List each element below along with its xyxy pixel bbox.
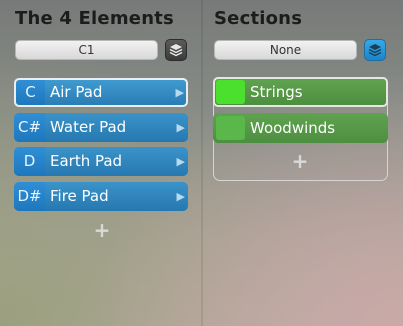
pad-item-air[interactable]: C Air Pad ▶ xyxy=(14,78,188,107)
note-label: C xyxy=(16,80,45,105)
stack-layers-icon xyxy=(169,44,183,57)
pad-label: Water Pad xyxy=(50,118,127,136)
add-pad-button[interactable]: + xyxy=(90,218,114,242)
pad-item-earth[interactable]: D Earth Pad ▶ xyxy=(14,147,188,176)
pad-item-fire[interactable]: D# Fire Pad ▶ xyxy=(14,182,188,211)
note-label: D xyxy=(14,147,45,176)
pad-list: C Air Pad ▶ C# Water Pad ▶ D Earth Pad ▶… xyxy=(14,78,190,242)
layers-button[interactable] xyxy=(165,39,187,61)
pad-item-water[interactable]: C# Water Pad ▶ xyxy=(14,113,188,142)
chevron-right-icon: ▶ xyxy=(176,121,185,134)
section-item-woodwinds[interactable]: Woodwinds xyxy=(213,113,388,143)
panel-title: The 4 Elements xyxy=(15,8,174,29)
section-label: Strings xyxy=(250,83,303,101)
section-color-swatch[interactable] xyxy=(216,80,245,104)
chevron-right-icon: ▶ xyxy=(176,155,185,168)
panel-title: Sections xyxy=(214,8,303,29)
section-color-swatch[interactable] xyxy=(216,116,245,140)
chevron-right-icon: ▶ xyxy=(175,86,184,99)
add-section-button[interactable]: + xyxy=(288,149,312,173)
section-item-strings[interactable]: Strings xyxy=(213,77,388,107)
root-note-selector[interactable]: C1 xyxy=(15,40,158,60)
pad-label: Air Pad xyxy=(50,83,103,101)
section-label: Woodwinds xyxy=(250,119,336,137)
pad-label: Earth Pad xyxy=(50,152,123,170)
pad-label: Fire Pad xyxy=(50,187,109,205)
section-selector[interactable]: None xyxy=(214,40,357,60)
layers-button[interactable] xyxy=(364,39,386,61)
section-list: Strings Woodwinds + xyxy=(213,77,388,181)
note-label: C# xyxy=(14,113,45,142)
stack-layers-icon xyxy=(368,44,382,57)
elements-panel: The 4 Elements C1 C Air Pad ▶ C# Water P… xyxy=(0,0,200,326)
note-label: D# xyxy=(14,182,45,211)
chevron-right-icon: ▶ xyxy=(176,190,185,203)
